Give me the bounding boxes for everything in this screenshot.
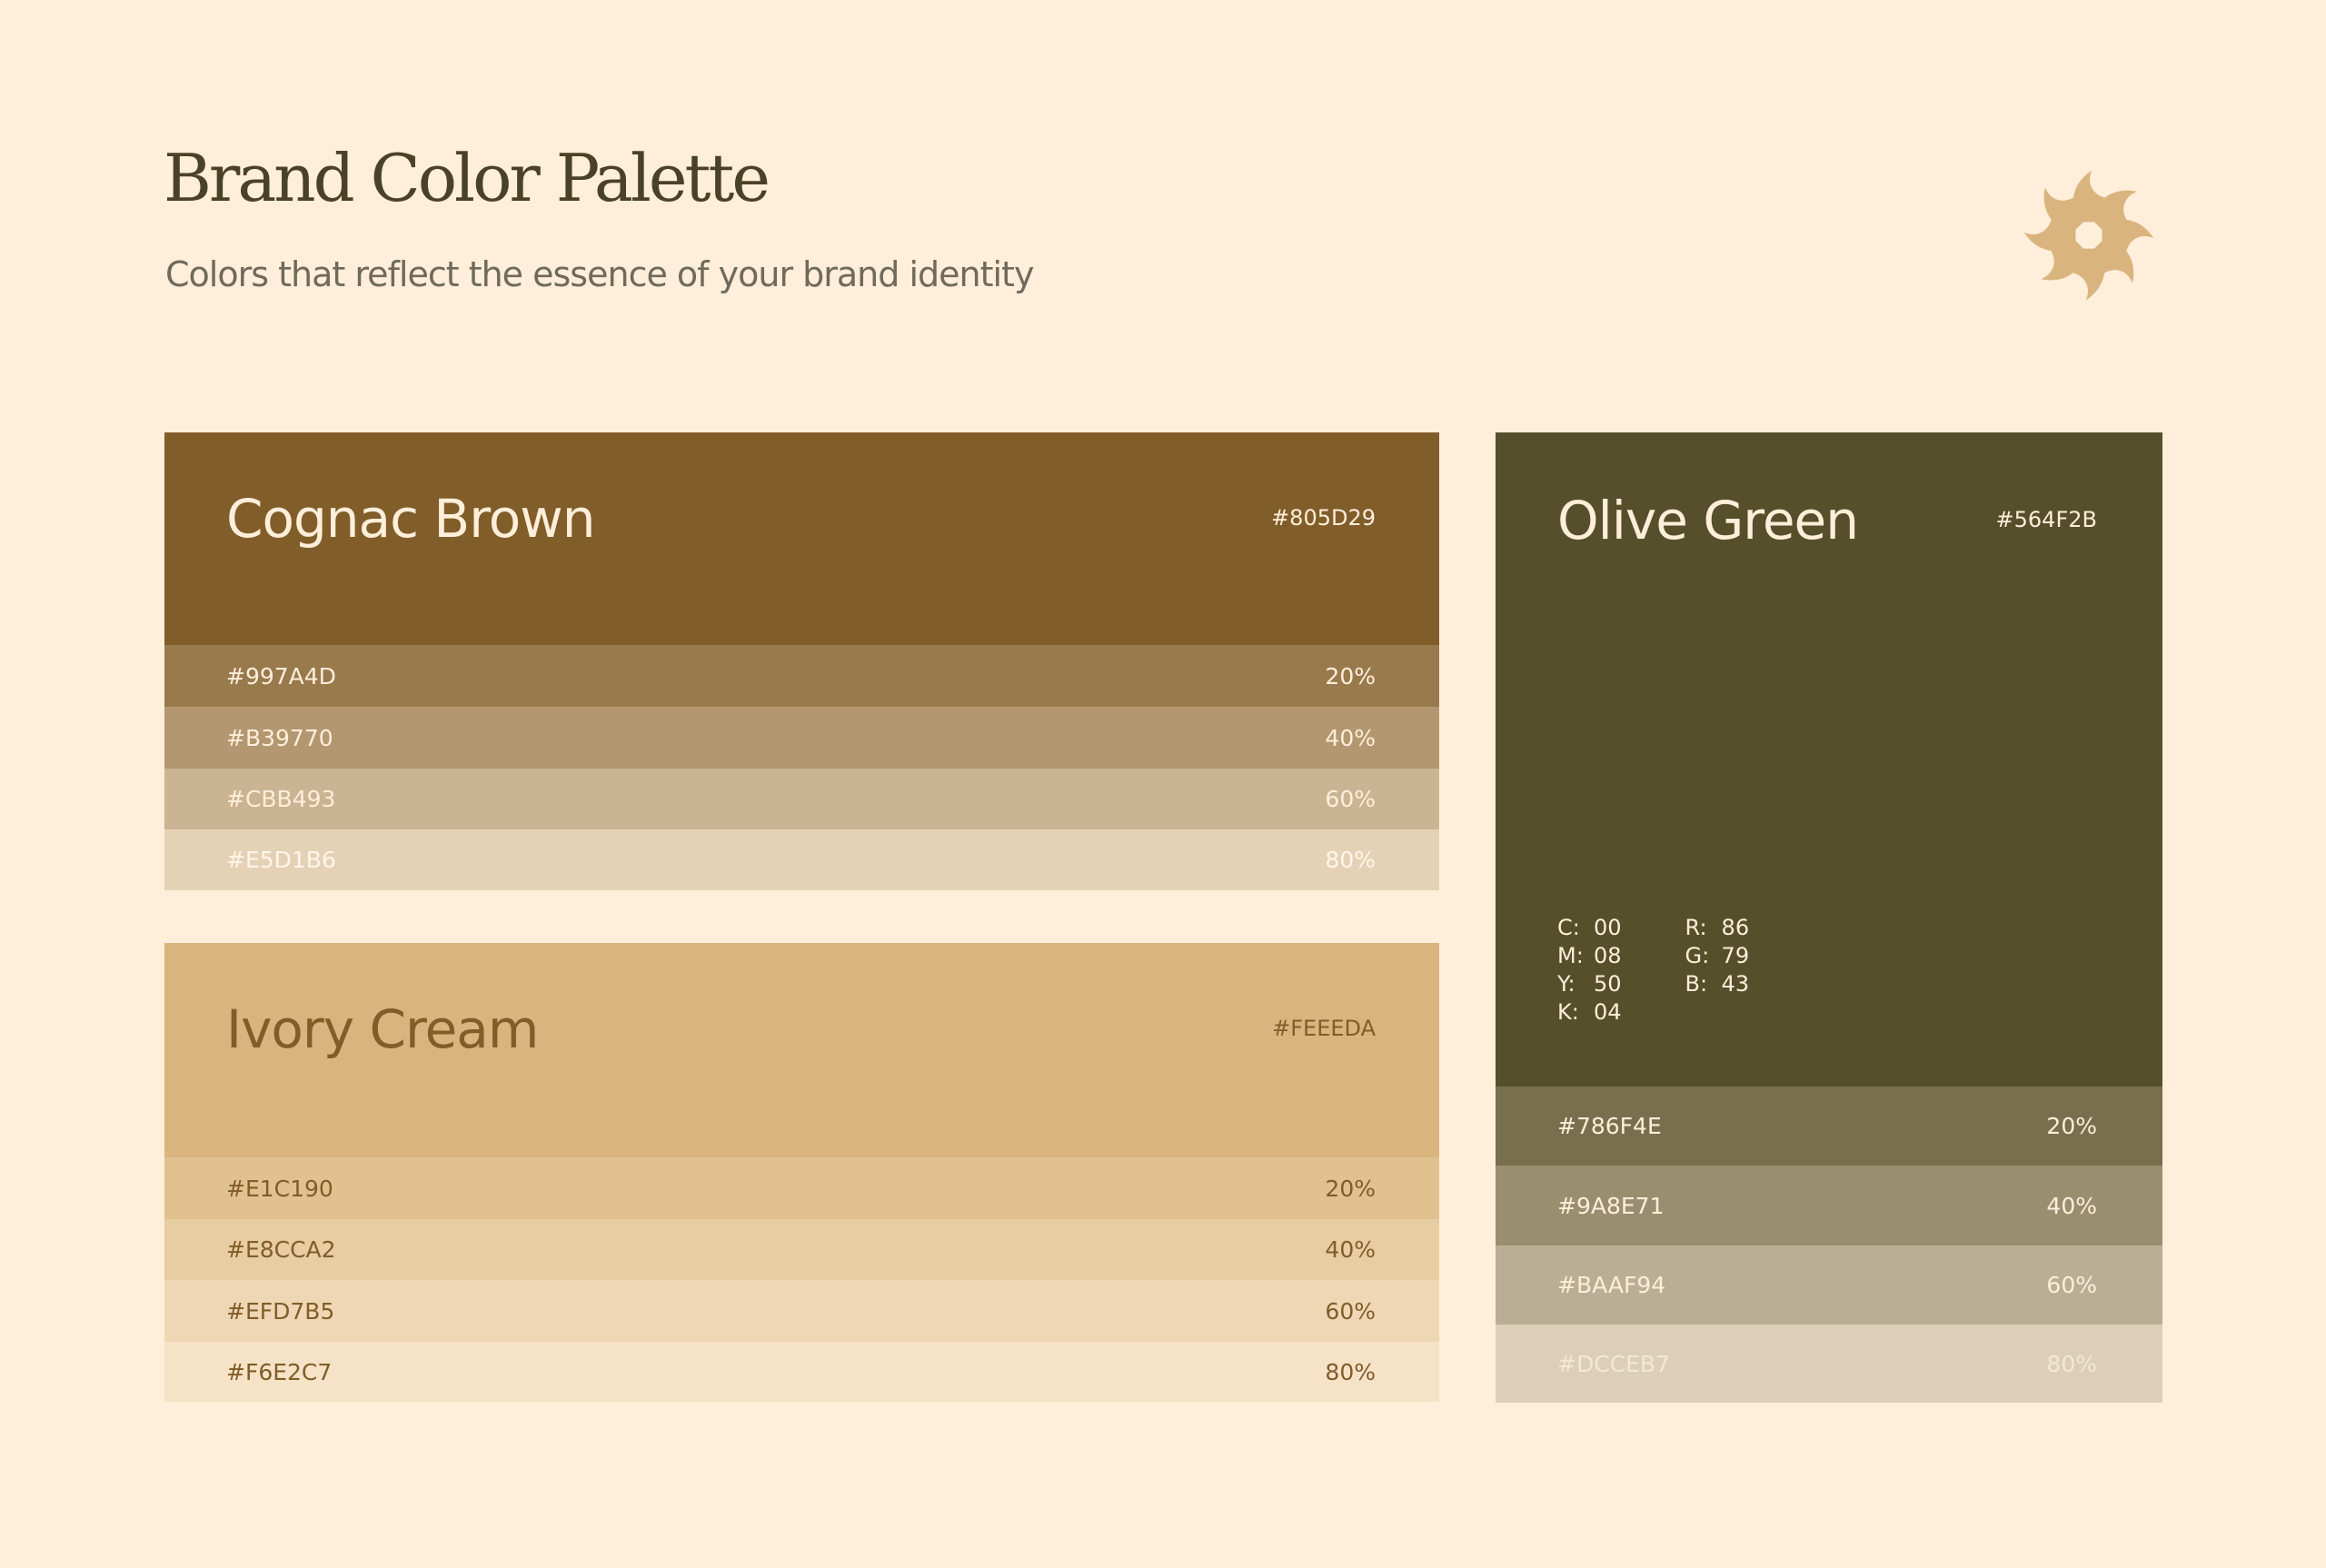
tint-hex: #E8CCA2	[226, 1236, 336, 1263]
pinwheel-logo-icon	[2023, 170, 2154, 301]
tint-row-60: #BAAF94 60%	[1496, 1245, 2162, 1325]
tint-row-20: #997A4D 20%	[164, 645, 1439, 707]
tint-row-40: #9A8E71 40%	[1496, 1166, 2162, 1245]
tint-percent: 40%	[1325, 1236, 1376, 1263]
tint-percent: 20%	[1325, 662, 1376, 690]
swatch-name: Ivory Cream	[226, 998, 539, 1060]
tint-percent: 40%	[1325, 724, 1376, 751]
tint-row-40: #E8CCA2 40%	[164, 1219, 1439, 1280]
tint-hex: #EFD7B5	[226, 1297, 335, 1325]
tint-hex: #BAAF94	[1557, 1272, 1666, 1298]
tint-hex: #DCCEB7	[1557, 1350, 1670, 1377]
cmyk-values: C: 00 M: 08 Y: 50 K: 04	[1557, 914, 1622, 1027]
cmyk-y: Y: 50	[1557, 971, 1622, 997]
cognac-brown-swatch: Cognac Brown #805D29	[164, 432, 1439, 645]
tint-percent: 80%	[1325, 1358, 1376, 1385]
olive-green-card: Olive Green #564F2B C: 00 M: 08 Y: 50 K: 04 …	[1496, 432, 2162, 1403]
tint-row-60: #CBB493 60%	[164, 769, 1439, 829]
tint-percent: 20%	[1325, 1175, 1376, 1202]
tint-row-60: #EFD7B5 60%	[164, 1280, 1439, 1342]
swatch-hex: #805D29	[1271, 505, 1376, 531]
color-values: C: 00 M: 08 Y: 50 K: 04 R: 86 G: 79 B: 43	[1557, 914, 1749, 1027]
tint-percent: 40%	[2046, 1192, 2097, 1219]
tint-percent: 60%	[1325, 786, 1376, 812]
swatch-name: Olive Green	[1557, 490, 1859, 551]
tint-hex: #F6E2C7	[226, 1358, 333, 1385]
rgb-r: R: 86	[1685, 915, 1750, 940]
tint-row-20: #E1C190 20%	[164, 1157, 1439, 1219]
tint-percent: 80%	[1325, 847, 1376, 873]
rgb-g: G: 79	[1685, 943, 1750, 968]
cognac-brown-card: Cognac Brown #805D29 #997A4D 20% #B39770…	[164, 432, 1439, 890]
cmyk-c: C: 00	[1557, 915, 1622, 940]
swatch-name: Cognac Brown	[226, 488, 595, 550]
page-title: Brand Color Palette	[164, 140, 770, 216]
tint-percent: 60%	[2046, 1272, 2097, 1298]
tint-hex: #9A8E71	[1557, 1192, 1665, 1219]
tint-hex: #CBB493	[226, 786, 336, 812]
tint-hex: #997A4D	[226, 662, 336, 690]
swatch-hex: #FEEEDA	[1272, 1016, 1376, 1041]
tint-percent: 60%	[1325, 1297, 1376, 1325]
tint-percent: 80%	[2046, 1350, 2097, 1377]
cmyk-k: K: 04	[1557, 999, 1622, 1025]
ivory-cream-card: Ivory Cream #FEEEDA #E1C190 20% #E8CCA2 …	[164, 943, 1439, 1402]
tint-row-20: #786F4E 20%	[1496, 1087, 2162, 1166]
tint-hex: #E5D1B6	[226, 847, 336, 873]
cmyk-m: M: 08	[1557, 943, 1622, 968]
page-subtitle: Colors that reflect the essence of your …	[165, 254, 1034, 294]
rgb-values: R: 86 G: 79 B: 43	[1685, 914, 1750, 1027]
olive-green-swatch: Olive Green #564F2B C: 00 M: 08 Y: 50 K: 04 …	[1496, 432, 2162, 1087]
rgb-b: B: 43	[1685, 971, 1750, 997]
tint-hex: #B39770	[226, 724, 333, 751]
tint-row-80: #DCCEB7 80%	[1496, 1325, 2162, 1403]
tint-hex: #E1C190	[226, 1175, 333, 1202]
ivory-cream-swatch: Ivory Cream #FEEEDA	[164, 943, 1439, 1157]
tint-row-80: #E5D1B6 80%	[164, 829, 1439, 890]
swatch-hex: #564F2B	[1995, 507, 2097, 532]
tint-row-40: #B39770 40%	[164, 707, 1439, 769]
tint-row-80: #F6E2C7 80%	[164, 1342, 1439, 1402]
tint-percent: 20%	[2046, 1113, 2097, 1139]
tint-hex: #786F4E	[1557, 1113, 1662, 1139]
